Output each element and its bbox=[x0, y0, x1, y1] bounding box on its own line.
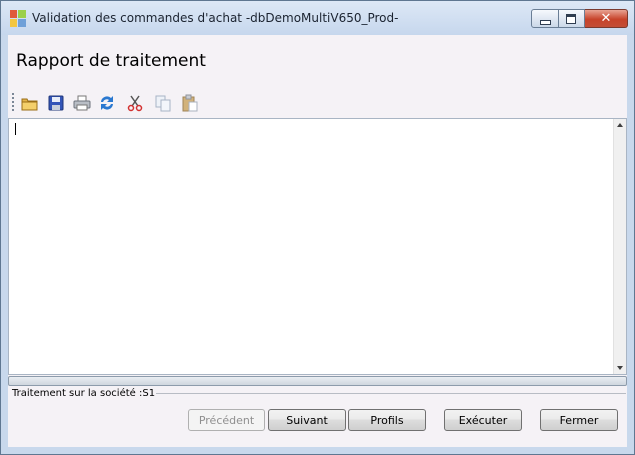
close-button[interactable]: Fermer bbox=[540, 409, 618, 431]
status-text: Traitement sur la société :S1 bbox=[12, 388, 156, 399]
paste-icon[interactable] bbox=[181, 94, 199, 112]
refresh-icon[interactable] bbox=[98, 94, 116, 112]
maximize-button[interactable] bbox=[559, 9, 585, 28]
close-icon: ✕ bbox=[600, 11, 612, 26]
scroll-down-icon[interactable] bbox=[617, 366, 623, 370]
cut-icon[interactable] bbox=[126, 94, 144, 112]
separator-line bbox=[156, 393, 626, 394]
title-bar[interactable]: Validation des commandes d'achat -dbDemo… bbox=[1, 1, 634, 35]
execute-button[interactable]: Exécuter bbox=[444, 409, 522, 431]
save-icon[interactable] bbox=[47, 94, 65, 112]
open-folder-icon[interactable] bbox=[21, 94, 39, 112]
app-icon bbox=[10, 10, 26, 27]
maximize-icon bbox=[566, 14, 576, 24]
app-window: Validation des commandes d'achat -dbDemo… bbox=[0, 0, 635, 455]
previous-button[interactable]: Précédent bbox=[188, 409, 265, 431]
text-caret bbox=[15, 123, 16, 135]
scroll-up-icon[interactable] bbox=[617, 123, 623, 127]
window-title: Validation des commandes d'achat -dbDemo… bbox=[32, 11, 399, 25]
close-window-button[interactable]: ✕ bbox=[585, 9, 628, 28]
toolbar bbox=[8, 92, 627, 116]
minimize-icon bbox=[540, 20, 551, 25]
vertical-scrollbar[interactable] bbox=[613, 119, 626, 374]
copy-icon[interactable] bbox=[154, 94, 172, 112]
minimize-button[interactable] bbox=[531, 9, 559, 28]
page-title: Rapport de traitement bbox=[16, 51, 206, 71]
progress-bar bbox=[8, 376, 627, 386]
next-button[interactable]: Suivant bbox=[268, 409, 346, 431]
client-area: Rapport de traitement Traitement sur la … bbox=[8, 35, 627, 447]
report-textarea[interactable] bbox=[8, 118, 627, 375]
toolbar-grip[interactable] bbox=[12, 93, 14, 113]
window-controls: ✕ bbox=[531, 9, 628, 28]
print-icon[interactable] bbox=[73, 94, 91, 112]
profiles-button[interactable]: Profils bbox=[348, 409, 426, 431]
